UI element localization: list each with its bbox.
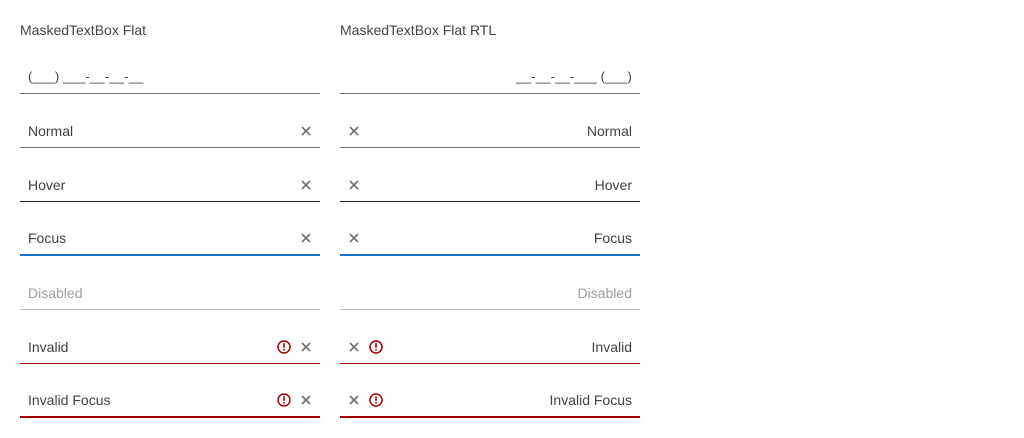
close-icon[interactable] (298, 230, 314, 246)
masked-input-disabled: Disabled (340, 276, 640, 310)
masked-input-invalid[interactable]: Invalid (20, 330, 320, 364)
close-icon[interactable] (346, 392, 362, 408)
column-title: MaskedTextBox Flat RTL (340, 22, 497, 38)
masked-input-hover[interactable]: Hover (340, 168, 640, 202)
input-value: Invalid Focus (549, 392, 632, 408)
close-icon[interactable] (346, 339, 362, 355)
close-icon[interactable] (346, 177, 362, 193)
input-value: Invalid (591, 338, 632, 355)
exclamation-circle-icon (368, 339, 384, 355)
masked-input-focus[interactable]: Focus (20, 222, 320, 256)
masked-input-invalid[interactable]: Invalid (340, 330, 640, 364)
close-icon[interactable] (298, 392, 314, 408)
close-icon[interactable] (298, 123, 314, 139)
input-value: Hover (28, 176, 66, 193)
close-icon[interactable] (298, 339, 314, 355)
masked-input-empty[interactable]: __-__-__-___ (___) (340, 60, 640, 94)
masked-input-empty[interactable]: (___) ___-__-__-__ (20, 60, 320, 94)
masked-input-disabled: Disabled (20, 276, 320, 310)
input-value: Invalid (28, 338, 69, 355)
masked-input-focus[interactable]: Focus (340, 222, 640, 256)
input-value: Focus (28, 230, 67, 246)
input-value: Hover (594, 176, 632, 193)
exclamation-circle-icon (276, 392, 292, 408)
column-title: MaskedTextBox Flat (20, 22, 147, 38)
input-value: Normal (586, 122, 632, 139)
masked-input-hover[interactable]: Hover (20, 168, 320, 202)
exclamation-circle-icon (368, 392, 384, 408)
close-icon[interactable] (346, 230, 362, 246)
close-icon[interactable] (346, 123, 362, 139)
input-value: Focus (593, 230, 632, 246)
masked-input-invalid-focus[interactable]: Invalid Focus (340, 384, 640, 418)
close-icon[interactable] (298, 177, 314, 193)
masked-input-normal[interactable]: Normal (20, 114, 320, 148)
mask-placeholder: __-__-__-___ (___) (516, 68, 632, 84)
mask-placeholder: (___) ___-__-__-__ (28, 68, 144, 84)
exclamation-circle-icon (276, 339, 292, 355)
masked-input-invalid-focus[interactable]: Invalid Focus (20, 384, 320, 418)
input-value: Normal (28, 122, 74, 139)
masked-input-normal[interactable]: Normal (340, 114, 640, 148)
input-value: Invalid Focus (28, 392, 111, 408)
input-value: Disabled (28, 284, 83, 301)
input-value: Disabled (577, 284, 632, 301)
